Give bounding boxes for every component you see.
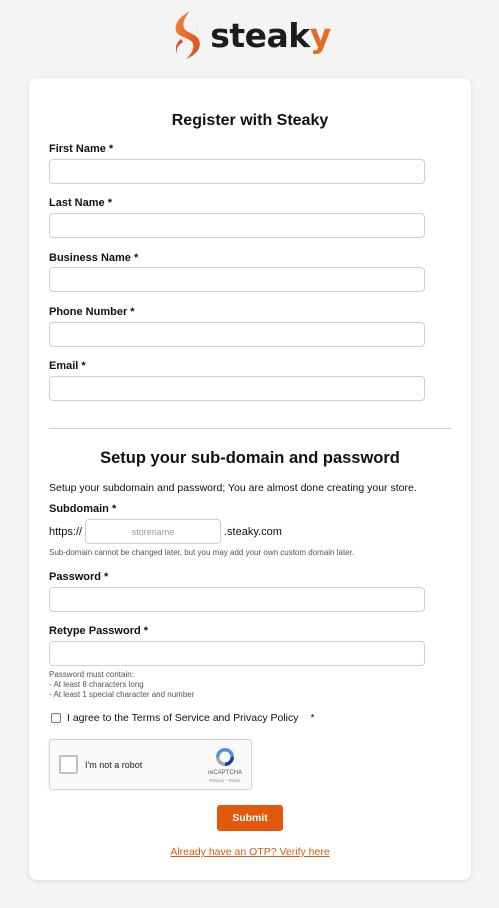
subdomain-help-text: Sub-domain cannot be changed later, but …: [49, 548, 355, 557]
recaptcha-links[interactable]: Privacy - Terms: [200, 778, 250, 783]
subdomain-label: Subdomain *: [49, 503, 117, 515]
brand-name: steaky: [210, 15, 331, 55]
password-rule: - At least 1 special character and numbe…: [49, 690, 195, 699]
recaptcha-label: I'm not a robot: [85, 760, 143, 770]
subdomain-suffix: .steaky.com: [224, 526, 282, 538]
form-title: Register with Steaky: [171, 112, 329, 129]
email-input[interactable]: [49, 376, 425, 401]
subdomain-prefix: https://: [49, 526, 83, 538]
setup-description: Setup your subdomain and password; You a…: [49, 482, 417, 494]
password-label: Password *: [49, 571, 109, 583]
registration-card: Register with Steaky First Name * Last N…: [29, 78, 471, 880]
recaptcha-icon: [216, 748, 234, 766]
retype-password-label: Retype Password *: [49, 625, 149, 637]
terms-row[interactable]: I agree to the Terms of Service and Priv…: [51, 712, 315, 724]
flame-s-logo-icon: [175, 11, 201, 59]
terms-required-mark: *: [310, 712, 315, 724]
last-name-label: Last Name *: [49, 197, 112, 209]
terms-label[interactable]: I agree to the Terms of Service and Priv…: [67, 712, 299, 724]
last-name-input[interactable]: [49, 213, 425, 238]
email-label: Email *: [49, 360, 86, 372]
submit-button[interactable]: Submit: [217, 805, 283, 831]
brand-logo: steaky: [0, 0, 499, 66]
phone-number-input[interactable]: [49, 322, 425, 347]
first-name-label: First Name *: [49, 143, 114, 155]
terms-checkbox[interactable]: [51, 713, 61, 723]
password-rule: - At least 8 characters long: [49, 680, 144, 689]
recaptcha-checkbox[interactable]: [59, 755, 78, 774]
phone-number-label: Phone Number *: [49, 306, 135, 318]
subdomain-input[interactable]: [85, 519, 221, 544]
password-input[interactable]: [49, 587, 425, 612]
business-name-input[interactable]: [49, 267, 425, 292]
section-divider: [49, 428, 451, 429]
recaptcha-brand: reCAPTCHA: [207, 770, 242, 776]
retype-password-input[interactable]: [49, 641, 425, 666]
recaptcha-widget: I'm not a robot reCAPTCHA Privacy - Term…: [49, 739, 252, 790]
password-rules-heading: Password must contain:: [49, 670, 134, 679]
setup-title: Setup your sub-domain and password: [100, 449, 400, 467]
business-name-label: Business Name *: [49, 252, 139, 264]
first-name-input[interactable]: [49, 159, 425, 184]
verify-otp-link[interactable]: Already have an OTP? Verify here: [29, 846, 471, 858]
